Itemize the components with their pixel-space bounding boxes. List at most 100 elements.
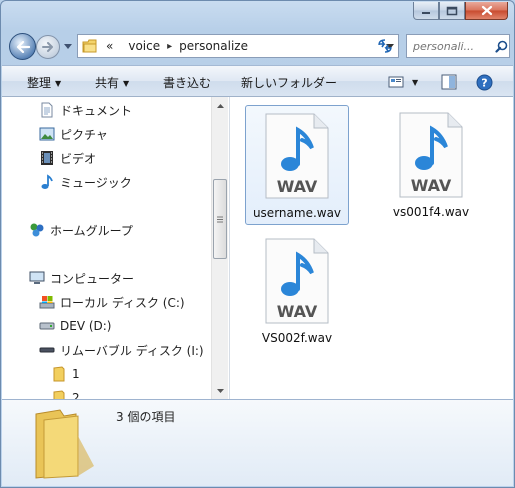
nav-item-computer[interactable]: コンピューター — [28, 267, 134, 289]
scroll-up-button[interactable] — [212, 97, 228, 114]
breadcrumb: « voice ▸ personalize — [102, 39, 382, 53]
preview-pane-button[interactable] — [441, 73, 457, 91]
nav-item-homegroup[interactable]: ホームグループ — [28, 219, 133, 241]
homegroup-icon — [28, 221, 46, 239]
wav-file-icon: WAV — [265, 238, 329, 324]
search-input[interactable] — [413, 39, 493, 53]
chevron-down-icon — [216, 388, 224, 393]
maximize-icon — [446, 6, 458, 15]
file-type-badge: WAV — [411, 176, 452, 195]
nav-item-folder-2[interactable]: 2 — [50, 387, 80, 399]
file-type-badge: WAV — [277, 177, 318, 196]
folder-icon — [50, 389, 68, 399]
chevron-down-icon: ▼ — [123, 79, 130, 88]
address-bar[interactable]: « voice ▸ personalize — [77, 34, 399, 58]
share-menu[interactable]: 共有 ▼ — [95, 74, 129, 91]
organize-menu[interactable]: 整理 ▼ — [27, 74, 61, 91]
nav-item-label: ビデオ — [60, 151, 97, 166]
nav-item-label: ピクチャ — [60, 127, 108, 142]
item-count: 3 個の項目 — [116, 410, 176, 424]
nav-item-label: 2 — [72, 391, 80, 399]
breadcrumb-personalize[interactable]: personalize — [179, 39, 248, 53]
nav-item-label: ドキュメント — [60, 103, 133, 118]
file-item[interactable]: WAV username.wav — [245, 105, 349, 225]
new-folder-button[interactable]: 新しいフォルダー — [241, 74, 337, 91]
local-disk-icon — [38, 293, 56, 311]
nav-item-removable-drive[interactable]: リムーバブル ディスク (I:) — [38, 339, 204, 361]
folder-icon — [35, 409, 94, 479]
help-button[interactable]: ? — [476, 73, 493, 91]
navigation-pane: ドキュメント ピクチャ ビデオ ミュージック ホームグループ コンピューター ロ… — [2, 97, 228, 399]
drive-icon — [38, 317, 56, 335]
nav-item-videos[interactable]: ビデオ — [38, 147, 96, 169]
command-toolbar: 整理 ▼ 共有 ▼ 書き込む 新しいフォルダー ▼ ? — [2, 65, 513, 97]
back-arrow-icon — [16, 40, 30, 53]
close-button[interactable] — [465, 2, 508, 20]
refresh-button[interactable] — [372, 35, 398, 57]
view-icon — [388, 76, 404, 88]
wav-file-icon: WAV — [265, 113, 329, 199]
details-pane: 3 個の項目 — [2, 399, 513, 486]
nav-item-label: ローカル ディスク (C:) — [60, 295, 185, 310]
change-view-button[interactable]: ▼ — [388, 73, 418, 91]
nav-item-label: DEV (D:) — [60, 319, 112, 333]
minimize-icon — [422, 11, 430, 14]
chevron-up-icon — [216, 103, 224, 108]
back-button[interactable] — [9, 33, 36, 60]
breadcrumb-overflow[interactable]: « — [106, 39, 113, 53]
video-icon — [38, 149, 56, 167]
minimize-button[interactable] — [413, 2, 439, 20]
organize-label: 整理 — [27, 76, 52, 90]
document-icon — [38, 101, 56, 119]
maximize-button[interactable] — [439, 2, 465, 20]
file-type-badge: WAV — [277, 302, 318, 321]
removable-drive-icon — [38, 341, 56, 359]
chevron-down-icon — [64, 43, 72, 49]
nav-item-label: コンピューター — [50, 271, 135, 286]
chevron-down-icon[interactable]: ▼ — [412, 78, 418, 87]
file-name: vs001f4.wav — [392, 205, 470, 219]
nav-item-documents[interactable]: ドキュメント — [38, 99, 132, 121]
file-item[interactable]: WAV VS002f.wav — [245, 231, 349, 351]
burn-button[interactable]: 書き込む — [163, 74, 211, 91]
scroll-thumb[interactable] — [213, 179, 227, 259]
file-list: WAV username.wav WAV vs001f4.wav WAV VS0… — [229, 97, 513, 399]
caption-buttons — [413, 2, 508, 20]
nav-item-folder-1[interactable]: 1 — [50, 363, 80, 385]
chevron-down-icon: ▼ — [55, 79, 62, 88]
breadcrumb-voice[interactable]: voice — [128, 39, 160, 53]
nav-item-label: リムーバブル ディスク (I:) — [60, 343, 204, 358]
nav-item-label: ミュージック — [60, 175, 132, 190]
help-icon: ? — [476, 74, 493, 90]
nav-item-dev-drive[interactable]: DEV (D:) — [38, 315, 112, 337]
new-folder-label: 新しいフォルダー — [241, 76, 338, 90]
forward-arrow-icon — [42, 42, 53, 52]
folder-icon — [82, 35, 102, 57]
wav-file-icon: WAV — [399, 112, 463, 198]
recent-pages-dropdown[interactable] — [63, 41, 73, 51]
grip-icon — [217, 216, 223, 222]
preview-pane-icon — [441, 74, 457, 90]
scroll-down-button[interactable] — [212, 382, 228, 399]
file-name: VS002f.wav — [261, 331, 333, 345]
breadcrumb-separator[interactable]: ▸ — [167, 41, 172, 52]
nav-item-local-disk[interactable]: ローカル ディスク (C:) — [38, 291, 185, 313]
folder-icon — [50, 365, 68, 383]
svg-text:?: ? — [481, 76, 487, 89]
search-box[interactable] — [406, 34, 510, 58]
nav-item-label: 1 — [72, 367, 80, 381]
forward-button[interactable] — [36, 35, 60, 59]
music-icon — [38, 173, 56, 191]
nav-item-pictures[interactable]: ピクチャ — [38, 123, 108, 145]
computer-icon — [28, 269, 46, 287]
nav-item-music[interactable]: ミュージック — [38, 171, 132, 193]
navigation-bar: « voice ▸ personalize — [7, 31, 510, 61]
search-icon[interactable] — [493, 40, 509, 53]
file-name: username.wav — [252, 206, 342, 220]
file-item[interactable]: WAV vs001f4.wav — [379, 105, 483, 225]
nav-pane-scrollbar[interactable] — [211, 97, 228, 399]
refresh-icon — [378, 39, 392, 53]
explorer-window: « voice ▸ personalize 整理▼ 共有▼ — [0, 0, 515, 488]
nav-item-label: ホームグループ — [50, 223, 133, 238]
burn-label: 書き込む — [163, 76, 212, 90]
